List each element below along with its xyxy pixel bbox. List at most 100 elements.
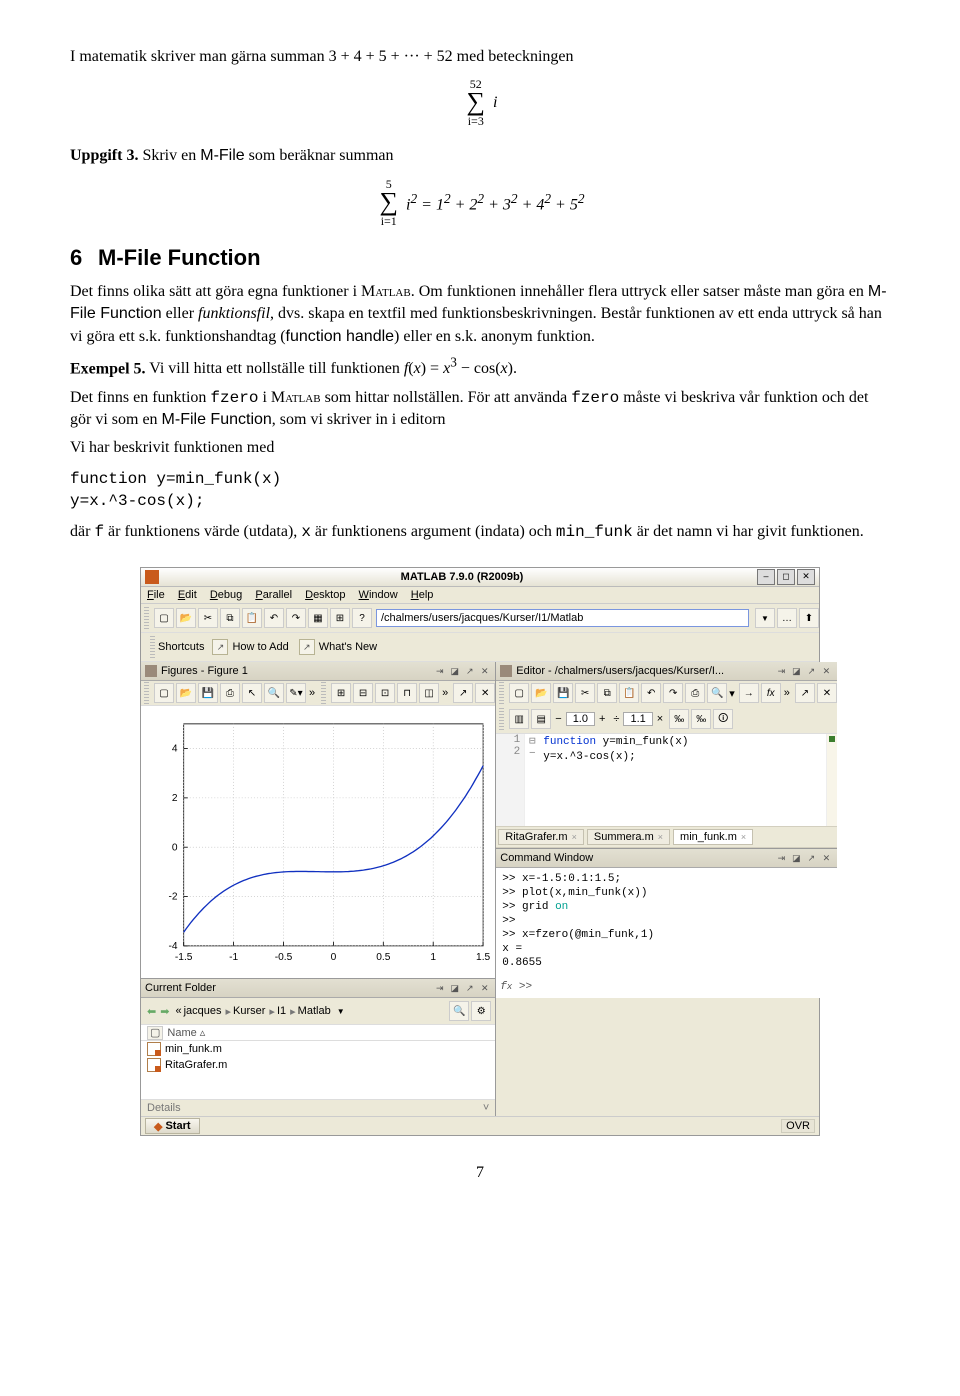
file-row[interactable]: min_funk.m bbox=[141, 1041, 495, 1057]
shortcut-icon[interactable]: ↗ bbox=[299, 639, 315, 655]
panel-close-icon[interactable]: ✕ bbox=[820, 852, 833, 865]
sub2-icon[interactable]: ⊟ bbox=[353, 683, 373, 703]
start-button[interactable]: ◆Start bbox=[145, 1118, 200, 1134]
editor-tab[interactable]: Summera.m× bbox=[587, 829, 670, 845]
redo-icon[interactable]: ↷ bbox=[286, 608, 306, 628]
tab-close-icon[interactable]: × bbox=[741, 832, 746, 842]
dock-icon[interactable]: ⇥ bbox=[775, 852, 788, 865]
current-folder-path[interactable]: /chalmers/users/jacques/Kurser/I1/Matlab bbox=[376, 609, 749, 627]
shortcut-link[interactable]: How to Add bbox=[232, 641, 288, 653]
fold-icon[interactable]: − bbox=[525, 748, 539, 760]
path-up-icon[interactable]: ⬆ bbox=[799, 608, 819, 628]
cell-left-icon[interactable]: ▥ bbox=[509, 709, 529, 729]
cf-details[interactable]: Details ˅ bbox=[141, 1099, 495, 1116]
nav-fwd-icon[interactable]: ➡ bbox=[160, 1005, 169, 1018]
goto-icon[interactable]: → bbox=[739, 683, 759, 703]
editor-tab-active[interactable]: min_funk.m× bbox=[673, 829, 753, 845]
undock-icon[interactable]: ↗ bbox=[463, 665, 476, 678]
menu-parallel[interactable]: Parallel bbox=[255, 589, 292, 601]
sub5-icon[interactable]: ◫ bbox=[419, 683, 439, 703]
cell-b-icon[interactable]: ‰ bbox=[691, 709, 711, 729]
scale-input-2[interactable]: 1.1 bbox=[623, 712, 652, 726]
panel-menu-icon[interactable]: ◪ bbox=[448, 665, 461, 678]
undock-icon[interactable]: ↗ bbox=[805, 852, 818, 865]
copy-icon[interactable]: ⧉ bbox=[597, 683, 617, 703]
menu-edit[interactable]: Edit bbox=[178, 589, 197, 601]
file-row[interactable]: RitaGrafer.m bbox=[141, 1057, 495, 1073]
maximize-button[interactable]: ◻ bbox=[777, 569, 795, 585]
new-icon[interactable]: ▢ bbox=[509, 683, 529, 703]
figure-plot[interactable]: -1.5-1-0.500.511.5-4-2024 bbox=[141, 706, 495, 978]
pointer-icon[interactable]: ↖ bbox=[242, 683, 262, 703]
menu-window[interactable]: Window bbox=[359, 589, 398, 601]
panel-close-icon[interactable]: ✕ bbox=[478, 982, 491, 995]
minimize-button[interactable]: – bbox=[757, 569, 775, 585]
new-fig-icon[interactable]: ▢ bbox=[154, 683, 174, 703]
undock-icon[interactable]: ↗ bbox=[463, 982, 476, 995]
fx-prompt-icon[interactable]: fx >> bbox=[500, 980, 532, 994]
browse-icon[interactable]: … bbox=[777, 608, 797, 628]
sub3-icon[interactable]: ⊡ bbox=[375, 683, 395, 703]
panel-close-icon[interactable]: ✕ bbox=[478, 665, 491, 678]
tab-close-icon[interactable]: × bbox=[572, 832, 577, 842]
print-icon[interactable]: ⎙ bbox=[220, 683, 240, 703]
menu-desktop[interactable]: Desktop bbox=[305, 589, 345, 601]
panel-menu-icon[interactable]: ◪ bbox=[790, 665, 803, 678]
search-icon[interactable]: 🔍 bbox=[449, 1001, 469, 1021]
panel-menu-icon[interactable]: ◪ bbox=[448, 982, 461, 995]
command-window[interactable]: >> x=-1.5:0.1:1.5; >> plot(x,min_funk(x)… bbox=[496, 868, 837, 998]
print-icon[interactable]: ⎙ bbox=[685, 683, 705, 703]
undo-icon[interactable]: ↶ bbox=[264, 608, 284, 628]
new-icon[interactable]: ▢ bbox=[154, 608, 174, 628]
undock-icon[interactable]: ↗ bbox=[805, 665, 818, 678]
cut-icon[interactable]: ✂ bbox=[575, 683, 595, 703]
menu-debug[interactable]: Debug bbox=[210, 589, 242, 601]
crumb[interactable]: I1 bbox=[277, 1005, 286, 1017]
paste-icon[interactable]: 📋 bbox=[242, 608, 262, 628]
layout-icon[interactable]: ⊞ bbox=[330, 608, 350, 628]
open-fig-icon[interactable]: 📂 bbox=[176, 683, 196, 703]
save-fig-icon[interactable]: 💾 bbox=[198, 683, 218, 703]
ed-undock-icon[interactable]: ↗ bbox=[795, 683, 815, 703]
zoom-in-icon[interactable]: 🔍 bbox=[264, 683, 284, 703]
nav-back-icon[interactable]: ⬅ bbox=[147, 1005, 156, 1018]
panel-close-icon[interactable]: ✕ bbox=[820, 665, 833, 678]
dock-icon[interactable]: ⇥ bbox=[775, 665, 788, 678]
editor-tab[interactable]: RitaGrafer.m× bbox=[498, 829, 584, 845]
crumb[interactable]: Kurser bbox=[233, 1005, 265, 1017]
ed-close-icon[interactable]: ✕ bbox=[817, 683, 837, 703]
dock-icon[interactable]: ⇥ bbox=[433, 982, 446, 995]
undo-icon[interactable]: ↶ bbox=[641, 683, 661, 703]
fold-icon[interactable]: ⊟ bbox=[525, 734, 539, 748]
save-icon[interactable]: 💾 bbox=[553, 683, 573, 703]
open-icon[interactable]: 📂 bbox=[176, 608, 196, 628]
menu-file[interactable]: File bbox=[147, 589, 165, 601]
cut-icon[interactable]: ✂ bbox=[198, 608, 218, 628]
brush-icon[interactable]: ✎▾ bbox=[286, 683, 306, 703]
open-icon[interactable]: 📂 bbox=[531, 683, 551, 703]
scale-input-1[interactable]: 1.0 bbox=[566, 712, 595, 726]
dock-icon[interactable]: ⇥ bbox=[433, 665, 446, 678]
cf-header-name[interactable]: ▢Name ▵ bbox=[141, 1025, 495, 1041]
shortcut-icon[interactable]: ↗ bbox=[212, 639, 228, 655]
path-dropdown-icon[interactable]: ▼ bbox=[755, 608, 775, 628]
fig-undock-icon[interactable]: ↗ bbox=[453, 683, 473, 703]
panel-menu-icon[interactable]: ◪ bbox=[790, 852, 803, 865]
help-icon[interactable]: ? bbox=[352, 608, 372, 628]
menu-help[interactable]: Help bbox=[411, 589, 434, 601]
sub1-icon[interactable]: ⊞ bbox=[331, 683, 351, 703]
tab-close-icon[interactable]: × bbox=[658, 832, 663, 842]
simulink-icon[interactable]: ▦ bbox=[308, 608, 328, 628]
crumb[interactable]: Matlab bbox=[298, 1005, 331, 1017]
editor-body[interactable]: 1 2 ⊟ − function y=min_funk(x) y=x.^3-co… bbox=[496, 734, 837, 826]
fig-close-icon[interactable]: ✕ bbox=[475, 683, 495, 703]
close-button[interactable]: ✕ bbox=[797, 569, 815, 585]
paste-icon[interactable]: 📋 bbox=[619, 683, 639, 703]
copy-icon[interactable]: ⧉ bbox=[220, 608, 240, 628]
traffic-icon[interactable]: 🛈 bbox=[713, 709, 733, 729]
gear-icon[interactable]: ⚙ bbox=[471, 1001, 491, 1021]
cell-a-icon[interactable]: ‰ bbox=[669, 709, 689, 729]
find-icon[interactable]: 🔍 bbox=[707, 683, 727, 703]
fx-icon[interactable]: fx bbox=[761, 683, 781, 703]
crumb[interactable]: jacques bbox=[184, 1005, 222, 1017]
